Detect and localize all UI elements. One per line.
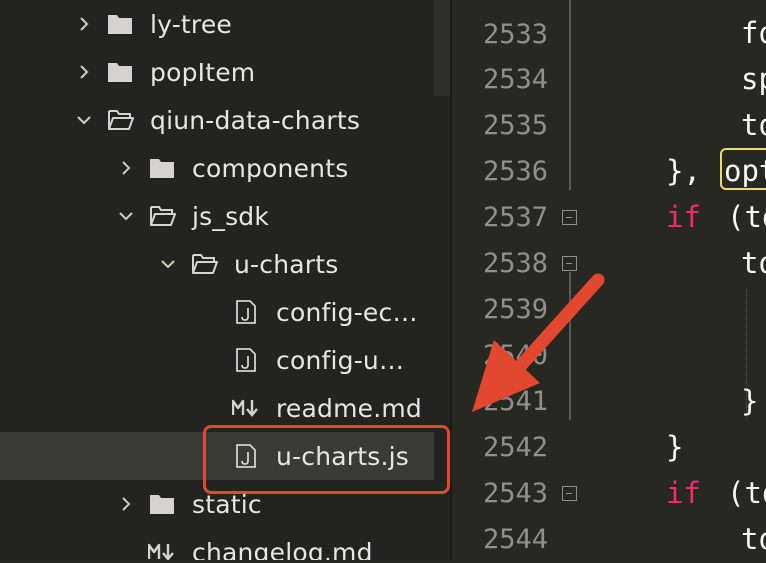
chevron-down-icon[interactable] xyxy=(160,256,176,272)
markdown-file-icon xyxy=(148,539,178,560)
chevron-right-icon[interactable] xyxy=(76,64,92,80)
tree-file-row[interactable]: config-u… xyxy=(0,336,452,384)
tree-folder-row[interactable]: components xyxy=(0,144,452,192)
fold-guide-line xyxy=(569,0,571,190)
tree-item-label: qiun-data-charts xyxy=(150,105,361,135)
js-file-icon xyxy=(232,299,262,325)
tree-folder-row[interactable]: u-charts xyxy=(0,240,452,288)
chevron-right-icon[interactable] xyxy=(118,160,134,176)
markdown-file-icon xyxy=(232,395,262,421)
code-line-2536-brace: }, xyxy=(666,154,701,188)
annotation-highlight-box xyxy=(203,425,450,494)
line-number: 2535 xyxy=(482,110,548,141)
fold-toggle-icon[interactable] xyxy=(562,486,577,501)
fold-toggle-icon[interactable] xyxy=(562,256,577,271)
tree-item-label: components xyxy=(192,153,349,183)
folder-icon xyxy=(106,11,136,37)
line-number: 2543 xyxy=(482,478,548,509)
line-number: 2538 xyxy=(482,248,548,279)
chevron-down-icon[interactable] xyxy=(118,208,134,224)
tree-folder-row[interactable]: js_sdk xyxy=(0,192,452,240)
folder-icon xyxy=(148,491,178,517)
line-number: 2542 xyxy=(482,432,548,463)
tree-item-label: u-charts xyxy=(234,249,339,279)
code-line-2541: } xyxy=(741,384,759,418)
code-line-2542: } xyxy=(666,430,684,464)
line-number: 2544 xyxy=(482,524,548,555)
folder-open-icon xyxy=(190,251,220,277)
code-line-2543: (to xyxy=(727,476,766,510)
tree-item-label: changelog.md xyxy=(192,537,373,561)
code-line-2533: fo xyxy=(741,16,766,50)
keyword-if: if xyxy=(666,200,701,234)
fold-toggle-icon[interactable] xyxy=(562,210,577,225)
folder-open-icon xyxy=(106,107,136,133)
folder-icon xyxy=(106,59,136,85)
code-line-2535: to xyxy=(741,108,766,142)
tree-folder-row[interactable]: qiun-data-charts xyxy=(0,96,452,144)
folder-icon xyxy=(148,155,178,181)
chevron-down-icon[interactable] xyxy=(76,112,92,128)
line-number: 2534 xyxy=(482,64,548,95)
tree-file-row[interactable]: changelog.md xyxy=(0,528,452,560)
code-line-2537: (to xyxy=(727,200,766,234)
line-number: 2541 xyxy=(482,386,548,417)
tree-item-label: config-ec… xyxy=(276,297,418,327)
code-line-2544: to xyxy=(741,522,766,556)
line-number: 2537 xyxy=(482,202,548,233)
line-number: 2540 xyxy=(482,340,548,371)
tree-item-label: popItem xyxy=(150,57,256,87)
file-explorer-sidebar: ly-tree popItem qiun-data-charts components… xyxy=(0,0,452,560)
tree-item-label: config-u… xyxy=(276,345,405,375)
folder-open-icon xyxy=(148,203,178,229)
js-file-icon xyxy=(232,347,262,373)
tree-file-row[interactable]: config-ec… xyxy=(0,288,452,336)
code-line-2538: to xyxy=(741,246,766,280)
tree-item-label: ly-tree xyxy=(150,9,233,39)
fold-guide-line xyxy=(569,272,571,420)
tree-item-label: readme.md xyxy=(276,393,423,423)
tree-folder-row[interactable]: ly-tree xyxy=(0,0,452,48)
keyword-if: if xyxy=(666,476,701,510)
tree-folder-row[interactable]: popItem xyxy=(0,48,452,96)
chevron-right-icon[interactable] xyxy=(118,496,134,512)
line-number: 2533 xyxy=(482,19,548,50)
tree-item-label: js_sdk xyxy=(192,201,270,231)
code-line-2534: sp xyxy=(741,62,766,96)
chevron-right-icon[interactable] xyxy=(76,16,92,32)
line-number: 2539 xyxy=(482,294,548,325)
line-number: 2536 xyxy=(482,156,548,187)
code-line-2536-opt: opt xyxy=(724,154,766,188)
